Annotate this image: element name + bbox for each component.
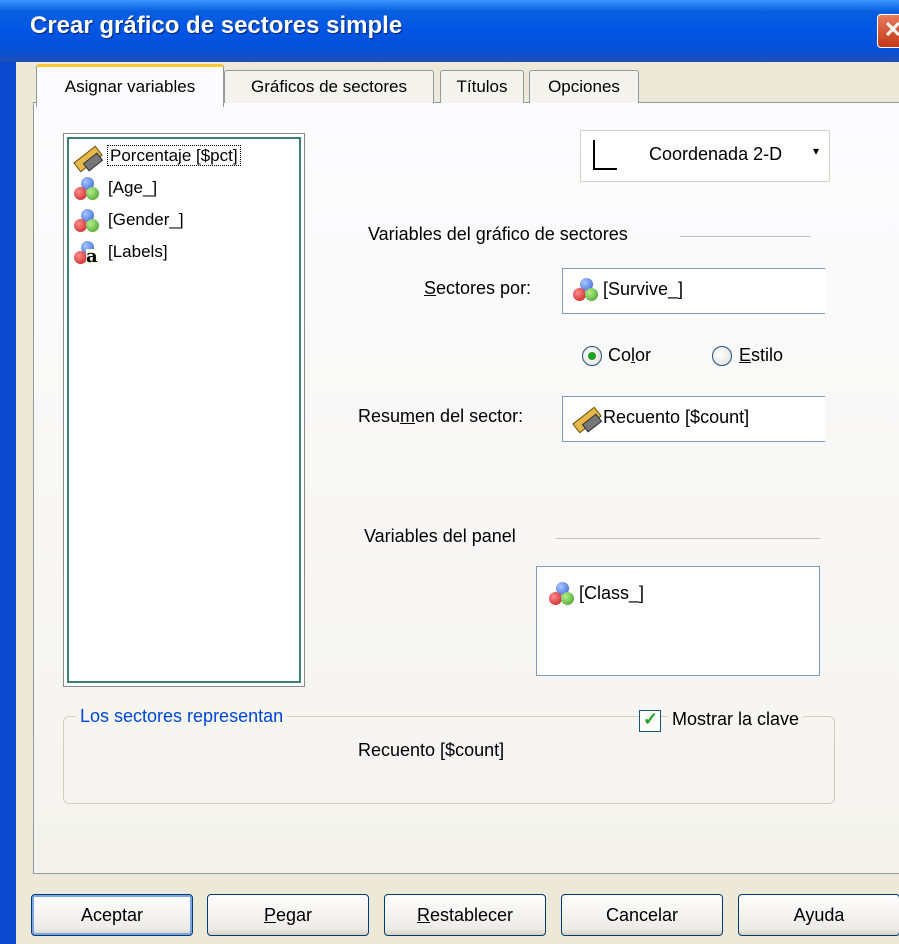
window-title: Crear gráfico de sectores simple bbox=[30, 12, 403, 39]
nominal-icon bbox=[569, 276, 603, 304]
scale-icon bbox=[70, 143, 104, 172]
list-item[interactable]: Porcentaje [$pct] bbox=[70, 142, 241, 172]
list-item[interactable]: [Class_] bbox=[545, 579, 644, 608]
chevron-down-icon: ▾ bbox=[813, 144, 820, 158]
variable-label: [Age_] bbox=[108, 178, 158, 197]
sectors-by-field[interactable]: [Survive_] bbox=[562, 268, 825, 314]
divider bbox=[556, 538, 820, 539]
summary-field[interactable]: Recuento [$count] bbox=[562, 396, 825, 442]
sectors-by-label: Sectores por: bbox=[424, 278, 532, 298]
nominal-string-icon: a bbox=[70, 239, 104, 267]
window-frame bbox=[0, 62, 16, 944]
help-button[interactable]: Ayuda bbox=[738, 894, 899, 936]
tab-graficos-de-sectores[interactable]: Gráficos de sectores bbox=[224, 70, 434, 103]
nominal-icon bbox=[70, 207, 104, 235]
panel-var-value: [Class_] bbox=[579, 583, 645, 603]
divider bbox=[680, 236, 810, 237]
variable-label: [Gender_] bbox=[108, 210, 184, 229]
cancel-button[interactable]: Cancelar bbox=[561, 894, 723, 936]
coordinate-dropdown[interactable]: Coordenada 2-D ▾ bbox=[580, 130, 830, 182]
variable-label: [Labels] bbox=[108, 242, 168, 261]
close-icon[interactable]: ✕ bbox=[877, 14, 899, 48]
panel-vars-section-label: Variables del panel bbox=[364, 526, 516, 546]
nominal-icon bbox=[70, 175, 104, 203]
radio-estilo-label[interactable]: Estilo bbox=[739, 345, 783, 366]
tab-titulos[interactable]: Títulos bbox=[440, 70, 524, 103]
list-item[interactable]: a [Labels] bbox=[70, 238, 168, 268]
variable-label: Porcentaje [$pct] bbox=[107, 145, 241, 166]
paste-button[interactable]: Pegar bbox=[207, 894, 369, 936]
group-title: Los sectores representan bbox=[76, 706, 288, 727]
summary-label: Resumen del sector: bbox=[358, 406, 524, 426]
summary-value: Recuento [$count] bbox=[603, 407, 750, 427]
radio-color[interactable] bbox=[582, 346, 602, 366]
tab-asignar-variables[interactable]: Asignar variables bbox=[36, 64, 224, 107]
check-icon: ✓ bbox=[643, 709, 659, 729]
scale-icon bbox=[569, 404, 603, 434]
tab-opciones[interactable]: Opciones bbox=[529, 70, 639, 103]
variable-list[interactable]: Porcentaje [$pct] [Age_] [Gender_] a [Lab… bbox=[63, 133, 305, 687]
axes-icon bbox=[593, 140, 617, 170]
show-key-label[interactable]: Mostrar la clave bbox=[668, 709, 804, 730]
pie-vars-section-label: Variables del gráfico de sectores bbox=[368, 224, 628, 244]
sectors-by-value: [Survive_] bbox=[603, 279, 684, 299]
ok-button[interactable]: Aceptar bbox=[31, 894, 193, 936]
window-frame-inner bbox=[16, 62, 21, 944]
nominal-icon bbox=[545, 580, 579, 608]
list-item[interactable]: [Gender_] bbox=[70, 206, 184, 236]
coordinate-label: Coordenada 2-D bbox=[649, 144, 783, 164]
reset-button[interactable]: Restablecer bbox=[384, 894, 546, 936]
sectors-represent-value: Recuento [$count] bbox=[358, 740, 505, 760]
radio-estilo[interactable] bbox=[712, 346, 732, 366]
radio-color-label[interactable]: Color bbox=[608, 345, 651, 366]
panel-vars-field[interactable]: [Class_] bbox=[536, 566, 820, 676]
list-item[interactable]: [Age_] bbox=[70, 174, 157, 204]
show-key-checkbox[interactable]: ✓ bbox=[639, 709, 661, 732]
